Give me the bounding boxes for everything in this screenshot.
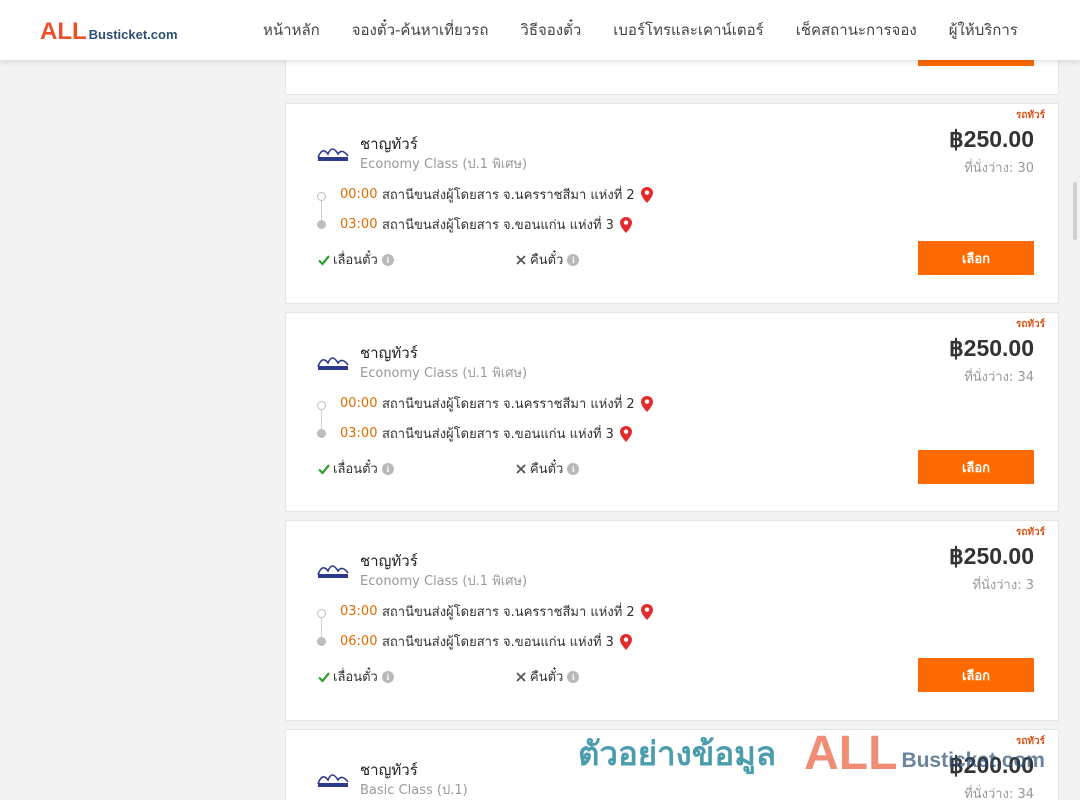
ticket-price: ฿250.00 bbox=[949, 543, 1034, 569]
refund-label: คืนตั๋ว bbox=[530, 670, 564, 685]
main-nav: หน้าหลัก จองตั๋ว-ค้นหาเที่ยวรถ วิธีจองตั… bbox=[247, 0, 1034, 60]
reschedule-label: เลื่อนตั๋ว bbox=[333, 253, 378, 268]
route-timeline bbox=[317, 401, 327, 438]
departure-station: สถานีขนส่งผู้โดยสาร จ.นครราชสีมา แห่งที่… bbox=[382, 188, 635, 203]
departure-stop: 00:00 สถานีขนส่งผู้โดยสาร จ.นครราชสีมา แ… bbox=[340, 184, 654, 205]
arrival-station: สถานีขนส่งผู้โดยสาร จ.ขอนแก่น แห่งที่ 3 bbox=[382, 635, 614, 650]
departure-stop: 00:00 สถานีขนส่งผู้โดยสาร จ.นครราชสีมา แ… bbox=[340, 393, 654, 414]
seats-available: ที่นั่งว่าง: 34 bbox=[964, 787, 1034, 800]
cross-icon bbox=[516, 671, 526, 682]
reschedule-feature: เลื่อนตั๋ว i bbox=[317, 458, 394, 479]
refund-feature: คืนตั๋ว i bbox=[514, 249, 580, 270]
bus-type-badge: รถทัวร์ bbox=[1015, 527, 1045, 538]
arrival-stop: 03:00 สถานีขนส่งผู้โดยสาร จ.ขอนแก่น แห่ง… bbox=[340, 423, 633, 444]
refund-label: คืนตั๋ว bbox=[530, 462, 564, 477]
trip-card: รถทัวร์ ชาญทัวร์ Basic Class (ป.1) ฿200.… bbox=[285, 729, 1059, 800]
nav-item-operators[interactable]: ผู้ให้บริการ bbox=[933, 18, 1034, 42]
arrival-time: 03:00 bbox=[340, 217, 378, 232]
site-logo[interactable]: ALL Busticket.com bbox=[40, 18, 178, 46]
info-icon[interactable]: i bbox=[381, 253, 394, 266]
departure-station: สถานีขนส่งผู้โดยสาร จ.นครราชสีมา แห่งที่… bbox=[382, 605, 635, 620]
seats-available: ที่นั่งว่าง: 3 bbox=[972, 578, 1034, 593]
ticket-price: ฿250.00 bbox=[949, 335, 1034, 361]
bus-class: Economy Class (ป.1 พิเศษ) bbox=[360, 157, 528, 172]
route-timeline bbox=[317, 192, 327, 229]
arrival-station: สถานีขนส่งผู้โดยสาร จ.ขอนแก่น แห่งที่ 3 bbox=[382, 427, 614, 442]
select-trip-button[interactable]: เลือก bbox=[918, 241, 1034, 275]
arrival-stop: 06:00 สถานีขนส่งผู้โดยสาร จ.ขอนแก่น แห่ง… bbox=[340, 631, 633, 652]
trip-card: รถทัวร์ ชาญทัวร์ Economy Class (ป.1 พิเศ… bbox=[285, 103, 1059, 304]
info-icon[interactable]: i bbox=[567, 462, 580, 475]
logo-primary: ALL bbox=[40, 18, 87, 45]
nav-item-how-to-book[interactable]: วิธีจองตั๋ว bbox=[504, 18, 597, 42]
trip-card: รถทัวร์ ชาญทัวร์ Economy Class (ป.1 พิเศ… bbox=[285, 312, 1059, 512]
cross-icon bbox=[516, 463, 526, 474]
cross-icon bbox=[516, 254, 526, 265]
seats-available: ที่นั่งว่าง: 34 bbox=[964, 370, 1034, 385]
info-icon[interactable]: i bbox=[567, 670, 580, 683]
operator-logo-icon bbox=[317, 357, 349, 370]
operator-logo-icon bbox=[317, 565, 349, 578]
check-icon bbox=[318, 671, 330, 683]
operator-logo-icon bbox=[317, 148, 349, 161]
trip-card: รถทัวร์ ชาญทัวร์ Economy Class (ป.1 พิเศ… bbox=[285, 520, 1059, 721]
ticket-price: ฿200.00 bbox=[949, 752, 1034, 778]
info-icon[interactable]: i bbox=[381, 462, 394, 475]
bus-type-badge: รถทัวร์ bbox=[1015, 110, 1045, 121]
refund-label: คืนตั๋ว bbox=[530, 253, 564, 268]
ticket-price: ฿250.00 bbox=[949, 126, 1034, 152]
nav-item-phone-counters[interactable]: เบอร์โทรและเคาน์เตอร์ bbox=[597, 18, 779, 42]
departure-time: 00:00 bbox=[340, 396, 378, 411]
bus-class: Economy Class (ป.1 พิเศษ) bbox=[360, 574, 528, 589]
map-pin-icon[interactable] bbox=[640, 395, 654, 413]
refund-feature: คืนตั๋ว i bbox=[514, 666, 580, 687]
map-pin-icon[interactable] bbox=[640, 603, 654, 621]
arrival-station: สถานีขนส่งผู้โดยสาร จ.ขอนแก่น แห่งที่ 3 bbox=[382, 218, 614, 233]
refund-feature: คืนตั๋ว i bbox=[514, 458, 580, 479]
select-trip-button[interactable]: เลือก bbox=[918, 450, 1034, 484]
info-icon[interactable]: i bbox=[567, 253, 580, 266]
departure-station: สถานีขนส่งผู้โดยสาร จ.นครราชสีมา แห่งที่… bbox=[382, 397, 635, 412]
bus-class: Economy Class (ป.1 พิเศษ) bbox=[360, 366, 528, 381]
scrollbar-thumb[interactable] bbox=[1073, 182, 1077, 240]
bus-class: Basic Class (ป.1) bbox=[360, 783, 468, 798]
bus-type-badge: รถทัวร์ bbox=[1015, 736, 1045, 747]
route-timeline bbox=[317, 609, 327, 646]
map-pin-icon[interactable] bbox=[619, 425, 633, 443]
departure-time: 03:00 bbox=[340, 604, 378, 619]
nav-item-booking-status[interactable]: เช็คสถานะการจอง bbox=[780, 18, 933, 42]
nav-item-book-search[interactable]: จองตั๋ว-ค้นหาเที่ยวรถ bbox=[336, 18, 505, 42]
map-pin-icon[interactable] bbox=[619, 633, 633, 651]
reschedule-label: เลื่อนตั๋ว bbox=[333, 462, 378, 477]
arrival-time: 06:00 bbox=[340, 634, 378, 649]
bus-type-badge: รถทัวร์ bbox=[1015, 319, 1045, 330]
departure-stop: 03:00 สถานีขนส่งผู้โดยสาร จ.นครราชสีมา แ… bbox=[340, 601, 654, 622]
arrival-stop: 03:00 สถานีขนส่งผู้โดยสาร จ.ขอนแก่น แห่ง… bbox=[340, 214, 633, 235]
departure-time: 00:00 bbox=[340, 187, 378, 202]
logo-secondary: Busticket.com bbox=[88, 27, 178, 42]
top-navbar: ALL Busticket.com หน้าหลัก จองตั๋ว-ค้นหา… bbox=[0, 0, 1080, 60]
map-pin-icon[interactable] bbox=[619, 216, 633, 234]
reschedule-label: เลื่อนตั๋ว bbox=[333, 670, 378, 685]
reschedule-feature: เลื่อนตั๋ว i bbox=[317, 666, 394, 687]
check-icon bbox=[318, 463, 330, 475]
select-trip-button[interactable]: เลือก bbox=[918, 658, 1034, 692]
reschedule-feature: เลื่อนตั๋ว i bbox=[317, 249, 394, 270]
arrival-time: 03:00 bbox=[340, 426, 378, 441]
map-pin-icon[interactable] bbox=[640, 186, 654, 204]
check-icon bbox=[318, 254, 330, 266]
seats-available: ที่นั่งว่าง: 30 bbox=[964, 161, 1034, 176]
operator-logo-icon bbox=[317, 774, 349, 787]
nav-item-home[interactable]: หน้าหลัก bbox=[247, 18, 336, 42]
info-icon[interactable]: i bbox=[381, 670, 394, 683]
